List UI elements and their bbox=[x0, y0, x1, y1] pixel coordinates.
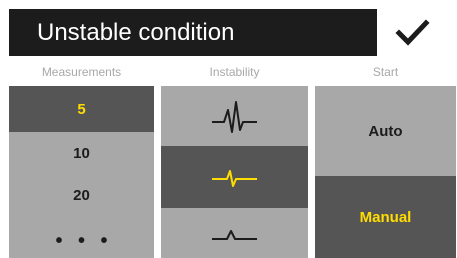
measurements-option-10[interactable]: 10 bbox=[9, 132, 154, 174]
measurements-list[interactable]: 5 10 20 • • • bbox=[9, 86, 154, 258]
instability-list[interactable] bbox=[161, 86, 308, 258]
measurements-more-option[interactable]: • • • bbox=[9, 224, 154, 258]
start-header: Start bbox=[372, 65, 399, 79]
pulse-waveform-icon bbox=[211, 230, 257, 240]
pulse-waveform-icon bbox=[211, 170, 257, 187]
page-title: Unstable condition bbox=[9, 9, 377, 56]
instability-option-medium[interactable] bbox=[161, 146, 308, 208]
measurements-header: Measurements bbox=[41, 65, 122, 79]
instability-header: Instability bbox=[209, 65, 260, 79]
start-option-auto[interactable]: Auto bbox=[315, 86, 456, 176]
checkmark-icon bbox=[395, 18, 430, 46]
pulse-waveform-icon bbox=[211, 101, 257, 133]
instability-option-high[interactable] bbox=[161, 86, 308, 146]
confirm-button[interactable] bbox=[378, 9, 448, 56]
start-list[interactable]: Auto Manual bbox=[315, 86, 456, 258]
measurements-option-5[interactable]: 5 bbox=[9, 86, 154, 132]
start-option-manual[interactable]: Manual bbox=[315, 176, 456, 258]
measurements-option-20[interactable]: 20 bbox=[9, 174, 154, 216]
instability-option-low[interactable] bbox=[161, 208, 308, 258]
